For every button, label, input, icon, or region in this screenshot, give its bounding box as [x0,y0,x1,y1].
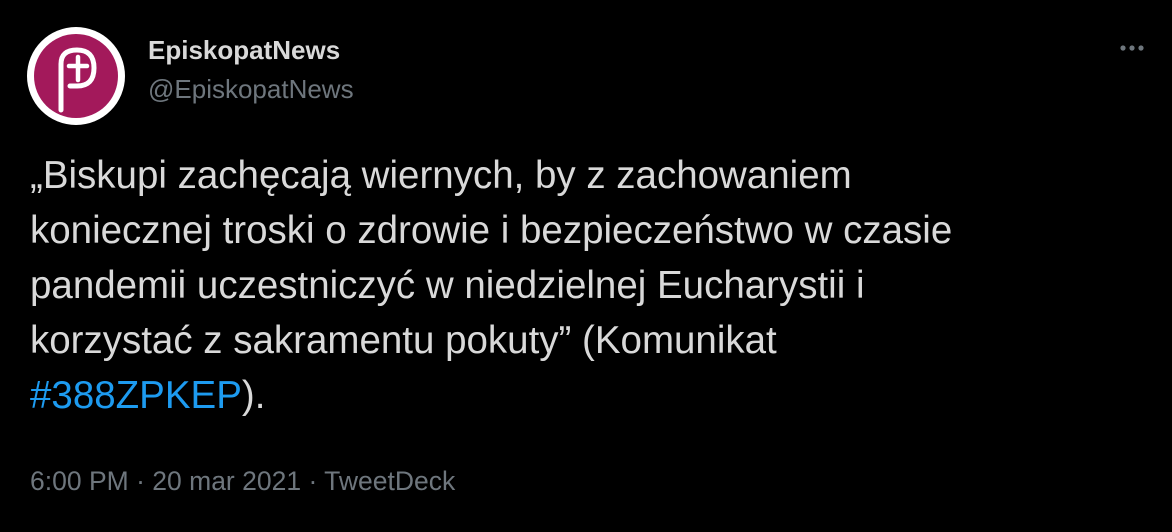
tweet-text-line: pandemii uczestniczyć w niedzielnej Euch… [30,264,865,307]
tweet-text: „Biskupi zachęcają wiernych, by z zachow… [30,148,1140,423]
cross-logo-icon [58,47,97,113]
hashtag-link[interactable]: #388ZPKEP [30,374,242,417]
author-display-name[interactable]: EpiskopatNews [148,35,340,66]
tweet-text-line: korzystać z sakramentu pokuty” (Komunika… [30,319,777,362]
tweet-source-link[interactable]: TweetDeck [324,466,455,496]
tweet-text-last-line: #388ZPKEP). [30,368,1140,423]
tweet-text-line: koniecznej troski o zdrowie i bezpieczeń… [30,209,953,252]
tweet-metadata: 6:00 PM · 20 mar 2021 · TweetDeck [30,466,455,497]
tweet-date-link[interactable]: 20 mar 2021 [152,466,301,496]
meta-separator: · [308,466,318,496]
author-handle[interactable]: @EpiskopatNews [148,74,354,105]
more-options-button[interactable] [1112,30,1152,66]
tweet-text-line: „Biskupi zachęcają wiernych, by z zachow… [30,154,852,197]
avatar[interactable] [27,27,125,125]
episkopat-logo-icon [34,34,118,118]
more-horizontal-icon [1120,45,1144,51]
meta-separator: · [136,466,145,496]
tweet-card: EpiskopatNews @EpiskopatNews „Biskupi za… [0,0,1172,532]
tweet-text-tail: ). [241,374,266,417]
tweet-time-link[interactable]: 6:00 PM [30,466,129,496]
